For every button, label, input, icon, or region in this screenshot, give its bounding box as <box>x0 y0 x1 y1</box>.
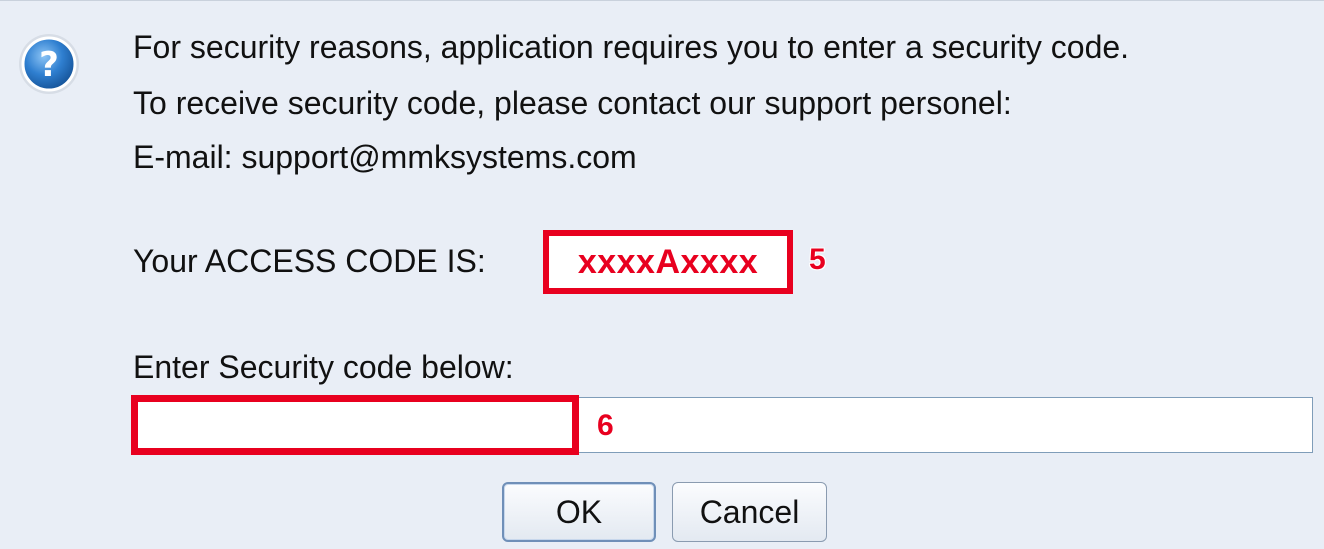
access-code-value: xxxxAxxxx <box>577 242 759 281</box>
ok-button[interactable]: OK <box>502 482 656 542</box>
contact-support-text: To receive security code, please contact… <box>133 85 1012 121</box>
security-code-label: Enter Security code below: <box>133 349 514 385</box>
security-code-input[interactable] <box>133 397 1313 453</box>
annotation-marker-5: 5 <box>809 243 826 276</box>
cancel-button[interactable]: Cancel <box>672 482 827 542</box>
support-email-text: E-mail: support@mmksystems.com <box>133 139 637 175</box>
security-reason-text: For security reasons, application requir… <box>133 29 1130 65</box>
access-code-highlight: xxxxAxxxx <box>543 230 793 294</box>
annotation-marker-6: 6 <box>597 409 614 442</box>
security-code-dialog: ? For security reasons, application requ… <box>0 0 1324 549</box>
access-code-label: Your ACCESS CODE IS: <box>133 243 486 279</box>
question-icon: ? <box>16 31 82 97</box>
svg-text:?: ? <box>39 45 59 85</box>
